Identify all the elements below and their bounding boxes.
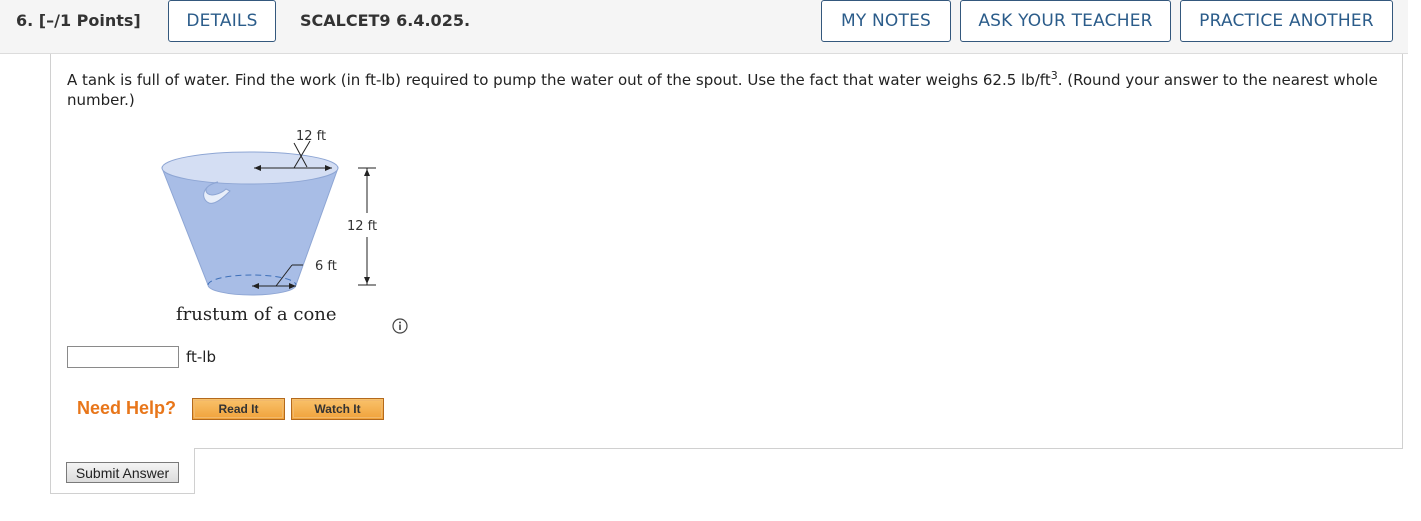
frustum-diagram: 12 ft 12 ft 6 ft <box>161 129 377 296</box>
points-label: [–/1 Points] <box>38 11 141 30</box>
bottom-radius-label: 6 ft <box>315 259 337 274</box>
question-header: 6. [–/1 Points] DETAILS SCALCET9 6.4.025… <box>0 0 1408 54</box>
answer-input[interactable] <box>67 346 179 368</box>
question-text: A tank is full of water. Find the work (… <box>67 69 1378 109</box>
figure-caption: frustum of a cone <box>176 304 337 325</box>
answer-unit: ft-lb <box>186 348 216 366</box>
question-code: SCALCET9 6.4.025. <box>300 11 471 30</box>
info-icon[interactable] <box>392 318 408 334</box>
question-points: 6. [–/1 Points] <box>16 11 141 30</box>
watch-it-button[interactable]: Watch It <box>291 398 384 420</box>
question-number: 6. <box>16 11 34 30</box>
need-help-label: Need Help? <box>77 398 177 418</box>
tank-body <box>161 167 339 296</box>
top-diameter-label: 12 ft <box>296 129 326 144</box>
practice-another-button[interactable]: PRACTICE ANOTHER <box>1180 0 1393 42</box>
submit-answer-button[interactable]: Submit Answer <box>66 462 179 483</box>
details-button[interactable]: DETAILS <box>168 0 276 42</box>
my-notes-button[interactable]: MY NOTES <box>821 0 951 42</box>
read-it-button[interactable]: Read It <box>192 398 285 420</box>
height-label: 12 ft <box>347 219 377 234</box>
ask-your-teacher-button[interactable]: ASK YOUR TEACHER <box>960 0 1171 42</box>
